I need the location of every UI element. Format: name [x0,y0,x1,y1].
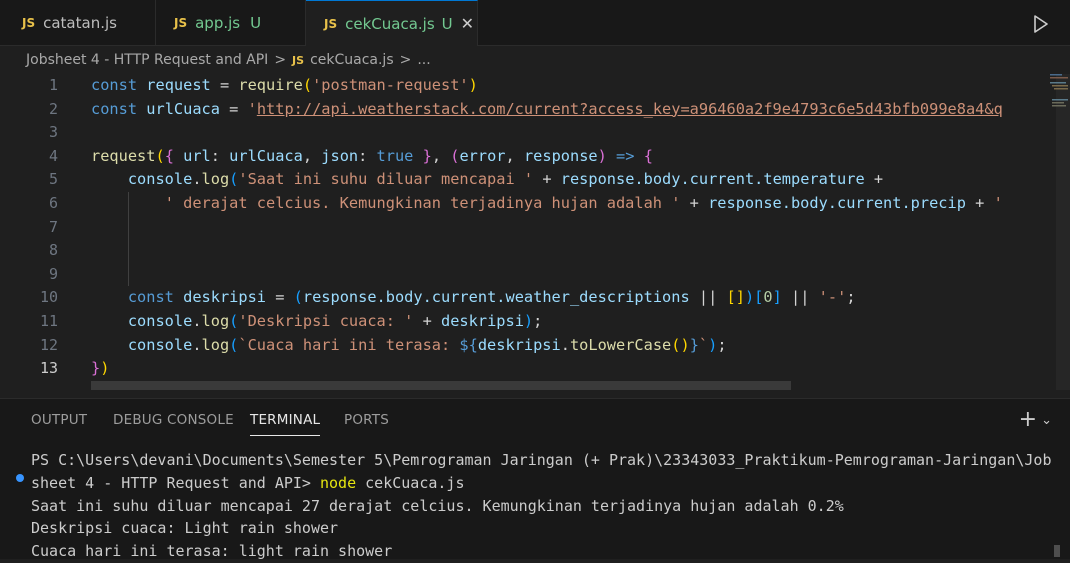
panel-actions: + ⌄ [1019,407,1052,432]
line-number: 6 [48,194,58,212]
terminal-line: Deskripsi cuaca: Light rain shower [31,519,339,538]
line-number: 5 [48,170,58,189]
javascript-file-icon: JS [22,16,36,30]
line-number: 4 [48,146,58,165]
breadcrumb-file[interactable]: cekCuaca.js [310,52,394,68]
untracked-badge: U [250,14,262,32]
untracked-badge: U [441,14,453,33]
line-number: 11 [39,312,58,330]
line-number: 8 [48,241,58,260]
javascript-file-icon: JS [292,53,305,67]
tab-terminal[interactable]: TERMINAL [250,412,321,436]
line-number: 2 [48,99,58,118]
javascript-file-icon: JS [324,16,338,31]
code-line-10: const deskripsi = (response.body.current… [127,288,856,307]
terminal-line: Cuaca hari ini terasa: light rain shower [31,542,393,561]
editor-tab-bar: JS catatan.js JS app.js U JS cekCuaca.js… [0,0,1070,46]
terminal-scrollbar[interactable] [1054,545,1060,557]
chevron-right-icon: > [274,52,287,68]
tab-ports[interactable]: PORTS [344,412,389,428]
line-number: 9 [48,264,58,283]
tab-catatan-js[interactable]: JS catatan.js [0,0,156,46]
tab-debug-console[interactable]: DEBUG CONSOLE [113,412,234,428]
url-link[interactable]: http://api.weatherstack.com/current?acce… [257,100,1003,118]
code-line-12: console.log(`Cuaca hari ini terasa: ${de… [127,335,727,354]
command-status-dot [16,474,24,482]
code-editor[interactable]: 1 2 3 4 5 6 7 8 9 10 11 12 13 const request = requir… [0,74,1070,390]
line-number-gutter: 1 2 3 4 5 6 7 8 9 10 11 12 13 [0,74,80,390]
minimap[interactable] [1050,74,1068,114]
tab-app-js[interactable]: JS app.js U [156,0,306,46]
code-line-4: request({ url: urlCuaca, json: true }, (… [91,146,653,165]
line-number: 12 [39,335,58,354]
code-line-13: }) [91,359,110,378]
chevron-right-icon: > [399,52,412,68]
vertical-scrollbar[interactable] [1056,74,1070,390]
add-terminal-icon[interactable]: + [1019,407,1037,432]
tab-label: catatan.js [43,14,117,32]
terminal-line: PS C:\Users\devani\Documents\Semester 5\… [31,451,1052,469]
chevron-down-icon[interactable]: ⌄ [1041,413,1052,428]
line-number: 7 [48,217,58,236]
bottom-panel: OUTPUT DEBUG CONSOLE TERMINAL PORTS + ⌄ P… [0,398,1070,560]
breadcrumb: Jobsheet 4 - HTTP Request and API > JS c… [0,46,1070,74]
line-number: 10 [39,288,58,307]
close-icon[interactable]: ✕ [461,14,474,33]
terminal-line: sheet 4 - HTTP Request and API> node cek… [31,473,465,492]
horizontal-scrollbar[interactable] [91,381,791,390]
panel-tabs: OUTPUT DEBUG CONSOLE TERMINAL PORTS [0,399,1070,439]
code-line-6: ' derajat celcius. Kemungkinan terjadiny… [164,194,1003,212]
code-line-11: console.log('Deskripsi cuaca: ' + deskri… [127,312,543,330]
code-line-2: const urlCuaca = 'http://api.weatherstac… [91,99,1003,118]
code-area[interactable]: const request = require('postman-request… [91,74,1041,390]
code-line-5: console.log('Saat ini suhu diluar mencap… [127,170,884,189]
breadcrumb-more[interactable]: ... [417,52,430,68]
line-number: 1 [48,76,58,94]
tab-cekcuaca-js[interactable]: JS cekCuaca.js U ✕ [306,0,478,46]
tab-label: app.js [195,14,241,32]
terminal-line: Saat ini suhu diluar mencapai 27 derajat… [31,496,844,515]
line-number: 13 [39,359,58,378]
code-line-1: const request = require('postman-request… [91,76,478,94]
tab-label: cekCuaca.js [345,14,435,33]
tab-output[interactable]: OUTPUT [31,412,87,428]
javascript-file-icon: JS [174,16,188,30]
run-icon[interactable] [1033,15,1049,33]
line-number: 3 [48,123,58,142]
breadcrumb-folder[interactable]: Jobsheet 4 - HTTP Request and API [26,52,268,68]
